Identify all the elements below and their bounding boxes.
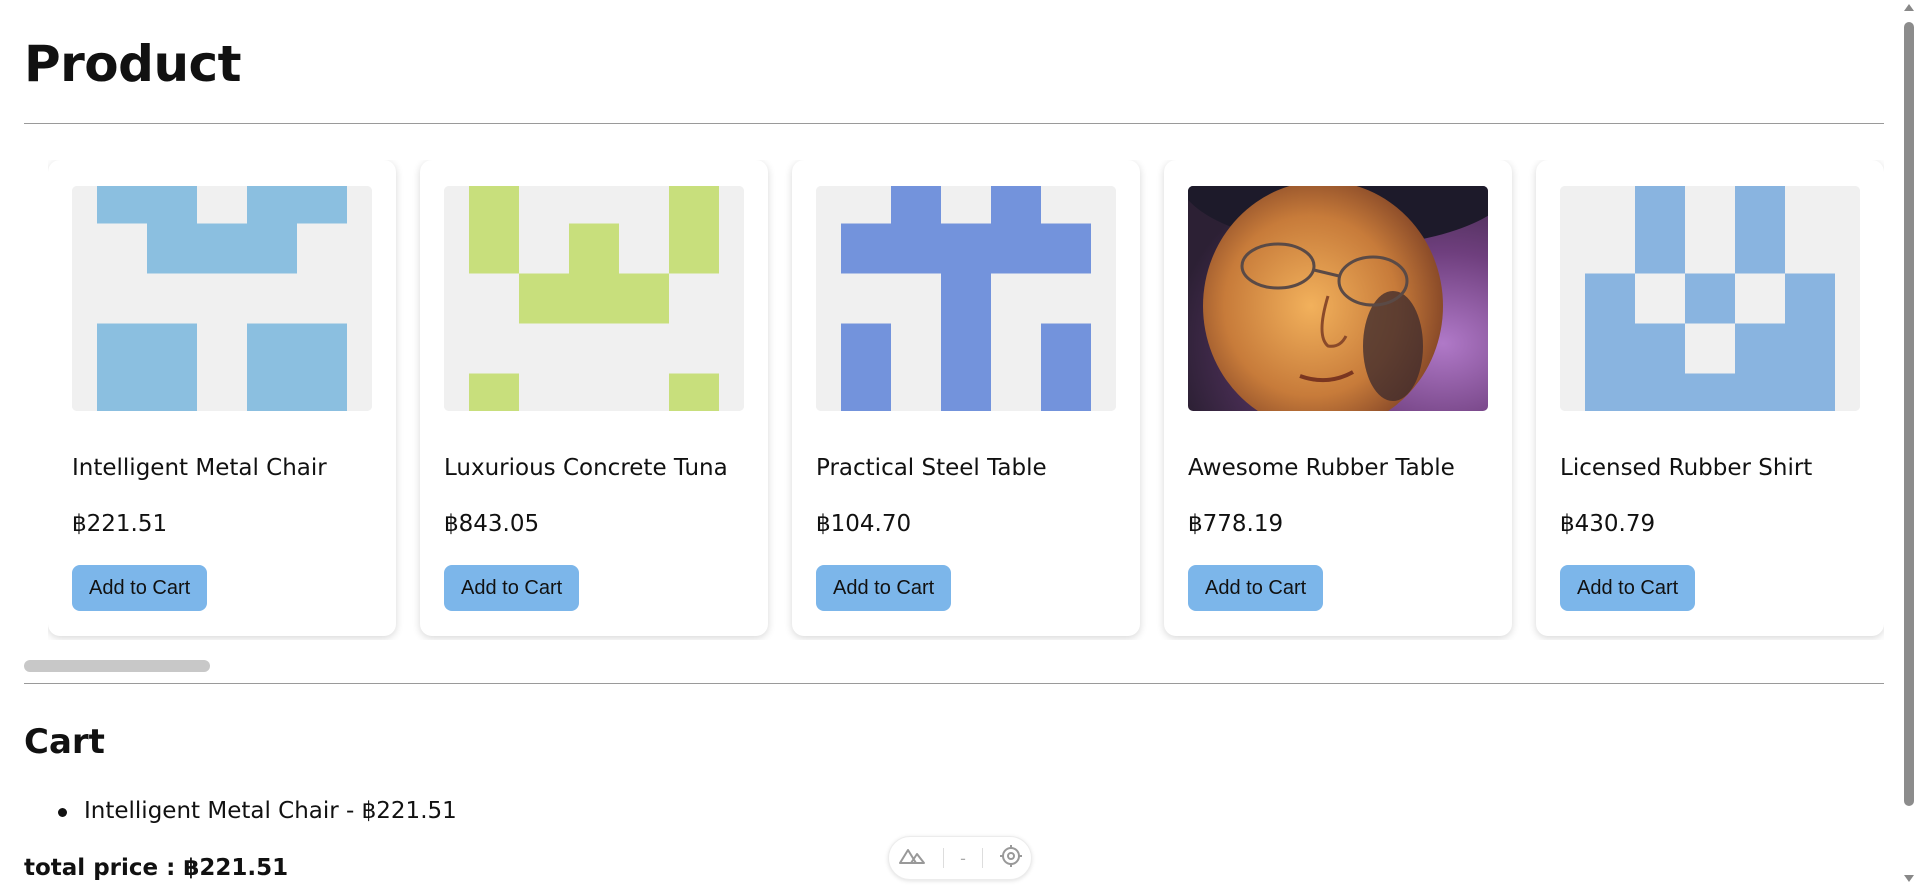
top-divider [24,123,1884,124]
nuxt-logo-icon[interactable] [897,846,927,870]
product-price: ฿843.05 [444,511,540,537]
cart-title: Cart [24,722,105,762]
product-card: Luxurious Concrete Tuna ฿843.05 Add to C… [420,160,768,636]
product-card: Intelligent Metal Chair ฿221.51 Add to C… [48,160,396,636]
product-card: Licensed Rubber Shirt ฿430.79 Add to Car… [1536,160,1884,636]
add-to-cart-button[interactable]: Add to Cart [444,565,580,611]
cart-total: total price : ฿221.51 [24,855,289,881]
bottom-divider [24,683,1884,684]
product-price: ฿221.51 [72,511,168,537]
add-to-cart-button[interactable]: Add to Cart [1188,565,1324,611]
product-carousel[interactable]: Intelligent Metal Chair ฿221.51 Add to C… [48,160,1884,640]
product-name: Awesome Rubber Table [1188,455,1455,481]
page-scrollbar[interactable] [1900,0,1918,886]
product-price: ฿778.19 [1188,511,1284,537]
product-track: Intelligent Metal Chair ฿221.51 Add to C… [48,160,1884,636]
devtools-toolbar: - [888,836,1032,880]
product-price: ฿430.79 [1560,511,1656,537]
product-image [1560,186,1860,411]
scroll-up-icon[interactable] [1904,4,1914,11]
product-card: Practical Steel Table ฿104.70 Add to Car… [792,160,1140,636]
product-image [444,186,744,411]
scroll-down-icon[interactable] [1904,875,1914,882]
toolbar-separator [943,848,945,868]
carousel-scrollbar-thumb[interactable] [24,660,210,672]
page-title: Product [24,35,242,93]
product-card: Awesome Rubber Table ฿778.19 Add to Cart [1164,160,1512,636]
product-name: Luxurious Concrete Tuna [444,455,728,481]
product-image [72,186,372,411]
toolbar-status: - [960,848,966,868]
product-name: Licensed Rubber Shirt [1560,455,1813,481]
page-scrollbar-thumb[interactable] [1904,22,1914,806]
toolbar-separator [981,848,983,868]
cart-list: Intelligent Metal Chair - ฿221.51 [58,797,457,825]
crosshair-icon[interactable] [999,844,1023,872]
add-to-cart-button[interactable]: Add to Cart [72,565,208,611]
product-price: ฿104.70 [816,511,912,537]
add-to-cart-button[interactable]: Add to Cart [1560,565,1696,611]
add-to-cart-button[interactable]: Add to Cart [816,565,952,611]
product-name: Practical Steel Table [816,455,1047,481]
product-name: Intelligent Metal Chair [72,455,327,481]
product-image [816,186,1116,411]
product-photo [1188,186,1488,411]
cart-item: Intelligent Metal Chair - ฿221.51 [58,797,457,825]
